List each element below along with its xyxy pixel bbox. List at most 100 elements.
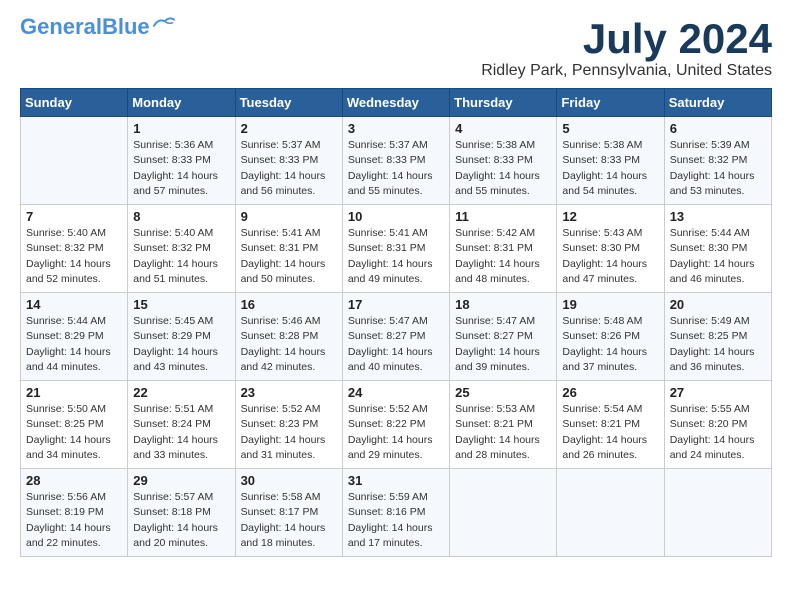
- calendar-cell: 21 Sunrise: 5:50 AM Sunset: 8:25 PM Dayli…: [21, 381, 128, 469]
- day-number: 16: [241, 297, 337, 312]
- day-number: 31: [348, 473, 444, 488]
- week-row-3: 14 Sunrise: 5:44 AM Sunset: 8:29 PM Dayli…: [21, 293, 772, 381]
- header-monday: Monday: [128, 89, 235, 117]
- calendar-cell: 9Sunrise: 5:41 AM Sunset: 8:31 PM Daylig…: [235, 205, 342, 293]
- week-row-4: 21 Sunrise: 5:50 AM Sunset: 8:25 PM Dayli…: [21, 381, 772, 469]
- day-number: 5: [562, 121, 658, 136]
- day-number: 22: [133, 385, 229, 400]
- calendar-cell: 10 Sunrise: 5:41 AM Sunset: 8:31 PM Dayli…: [342, 205, 449, 293]
- day-number: 14: [26, 297, 122, 312]
- day-number: 1: [133, 121, 229, 136]
- logo-bird-icon: [152, 15, 176, 29]
- logo-general: General: [20, 14, 102, 39]
- week-row-2: 7 Sunrise: 5:40 AM Sunset: 8:32 PM Daylig…: [21, 205, 772, 293]
- day-number: 3: [348, 121, 444, 136]
- day-number: 15: [133, 297, 229, 312]
- day-content: Sunrise: 5:43 AM Sunset: 8:30 PM Dayligh…: [562, 226, 658, 287]
- day-number: 19: [562, 297, 658, 312]
- calendar-cell: 25 Sunrise: 5:53 AM Sunset: 8:21 PM Dayli…: [450, 381, 557, 469]
- logo-blue: Blue: [102, 14, 150, 39]
- calendar-cell: 4 Sunrise: 5:38 AM Sunset: 8:33 PM Daylig…: [450, 117, 557, 205]
- day-number: 12: [562, 209, 658, 224]
- calendar-cell: 14 Sunrise: 5:44 AM Sunset: 8:29 PM Dayli…: [21, 293, 128, 381]
- calendar-cell: 18 Sunrise: 5:47 AM Sunset: 8:27 PM Dayli…: [450, 293, 557, 381]
- day-number: 10: [348, 209, 444, 224]
- calendar-cell: 17 Sunrise: 5:47 AM Sunset: 8:27 PM Dayli…: [342, 293, 449, 381]
- day-content: Sunrise: 5:51 AM Sunset: 8:24 PM Dayligh…: [133, 402, 229, 463]
- day-number: 23: [241, 385, 337, 400]
- calendar-cell: 19 Sunrise: 5:48 AM Sunset: 8:26 PM Dayli…: [557, 293, 664, 381]
- day-number: 25: [455, 385, 551, 400]
- day-number: 28: [26, 473, 122, 488]
- day-content: Sunrise: 5:57 AM Sunset: 8:18 PM Dayligh…: [133, 490, 229, 551]
- calendar-cell: 6Sunrise: 5:39 AM Sunset: 8:32 PM Daylig…: [664, 117, 771, 205]
- day-content: Sunrise: 5:44 AM Sunset: 8:30 PM Dayligh…: [670, 226, 766, 287]
- calendar-cell: 24Sunrise: 5:52 AM Sunset: 8:22 PM Dayli…: [342, 381, 449, 469]
- day-content: Sunrise: 5:55 AM Sunset: 8:20 PM Dayligh…: [670, 402, 766, 463]
- calendar-cell: 31 Sunrise: 5:59 AM Sunset: 8:16 PM Dayli…: [342, 469, 449, 557]
- day-content: Sunrise: 5:41 AM Sunset: 8:31 PM Dayligh…: [348, 226, 444, 287]
- day-content: Sunrise: 5:48 AM Sunset: 8:26 PM Dayligh…: [562, 314, 658, 375]
- day-number: 6: [670, 121, 766, 136]
- day-content: Sunrise: 5:38 AM Sunset: 8:33 PM Dayligh…: [562, 138, 658, 199]
- calendar-cell: 22 Sunrise: 5:51 AM Sunset: 8:24 PM Dayli…: [128, 381, 235, 469]
- calendar-cell: 30 Sunrise: 5:58 AM Sunset: 8:17 PM Dayli…: [235, 469, 342, 557]
- calendar-cell: 3 Sunrise: 5:37 AM Sunset: 8:33 PM Daylig…: [342, 117, 449, 205]
- day-number: 7: [26, 209, 122, 224]
- header-sunday: Sunday: [21, 89, 128, 117]
- calendar-body: 1 Sunrise: 5:36 AM Sunset: 8:33 PM Daylig…: [21, 117, 772, 557]
- day-number: 8: [133, 209, 229, 224]
- calendar-cell: 20 Sunrise: 5:49 AM Sunset: 8:25 PM Dayli…: [664, 293, 771, 381]
- day-number: 17: [348, 297, 444, 312]
- day-content: Sunrise: 5:56 AM Sunset: 8:19 PM Dayligh…: [26, 490, 122, 551]
- day-number: 20: [670, 297, 766, 312]
- day-number: 4: [455, 121, 551, 136]
- day-number: 26: [562, 385, 658, 400]
- header-wednesday: Wednesday: [342, 89, 449, 117]
- calendar-cell: 23 Sunrise: 5:52 AM Sunset: 8:23 PM Dayli…: [235, 381, 342, 469]
- day-number: 24: [348, 385, 444, 400]
- day-content: Sunrise: 5:44 AM Sunset: 8:29 PM Dayligh…: [26, 314, 122, 375]
- day-content: Sunrise: 5:47 AM Sunset: 8:27 PM Dayligh…: [348, 314, 444, 375]
- calendar-cell: 11Sunrise: 5:42 AM Sunset: 8:31 PM Dayli…: [450, 205, 557, 293]
- day-content: Sunrise: 5:58 AM Sunset: 8:17 PM Dayligh…: [241, 490, 337, 551]
- calendar-cell: 1 Sunrise: 5:36 AM Sunset: 8:33 PM Daylig…: [128, 117, 235, 205]
- day-content: Sunrise: 5:40 AM Sunset: 8:32 PM Dayligh…: [26, 226, 122, 287]
- calendar-cell: 27 Sunrise: 5:55 AM Sunset: 8:20 PM Dayli…: [664, 381, 771, 469]
- day-number: 29: [133, 473, 229, 488]
- day-content: Sunrise: 5:53 AM Sunset: 8:21 PM Dayligh…: [455, 402, 551, 463]
- week-row-5: 28 Sunrise: 5:56 AM Sunset: 8:19 PM Dayli…: [21, 469, 772, 557]
- day-content: Sunrise: 5:50 AM Sunset: 8:25 PM Dayligh…: [26, 402, 122, 463]
- calendar-header: SundayMondayTuesdayWednesdayThursdayFrid…: [21, 89, 772, 117]
- header-thursday: Thursday: [450, 89, 557, 117]
- calendar-cell: 7 Sunrise: 5:40 AM Sunset: 8:32 PM Daylig…: [21, 205, 128, 293]
- calendar-cell: [450, 469, 557, 557]
- day-content: Sunrise: 5:52 AM Sunset: 8:23 PM Dayligh…: [241, 402, 337, 463]
- day-content: Sunrise: 5:45 AM Sunset: 8:29 PM Dayligh…: [133, 314, 229, 375]
- day-number: 30: [241, 473, 337, 488]
- header-saturday: Saturday: [664, 89, 771, 117]
- header-friday: Friday: [557, 89, 664, 117]
- day-content: Sunrise: 5:40 AM Sunset: 8:32 PM Dayligh…: [133, 226, 229, 287]
- day-content: Sunrise: 5:38 AM Sunset: 8:33 PM Dayligh…: [455, 138, 551, 199]
- day-content: Sunrise: 5:37 AM Sunset: 8:33 PM Dayligh…: [241, 138, 337, 199]
- day-content: Sunrise: 5:46 AM Sunset: 8:28 PM Dayligh…: [241, 314, 337, 375]
- day-content: Sunrise: 5:47 AM Sunset: 8:27 PM Dayligh…: [455, 314, 551, 375]
- day-content: Sunrise: 5:37 AM Sunset: 8:33 PM Dayligh…: [348, 138, 444, 199]
- calendar-table: SundayMondayTuesdayWednesdayThursdayFrid…: [20, 88, 772, 557]
- day-content: Sunrise: 5:36 AM Sunset: 8:33 PM Dayligh…: [133, 138, 229, 199]
- day-number: 11: [455, 209, 551, 224]
- month-year-title: July 2024: [481, 16, 772, 62]
- calendar-cell: 2 Sunrise: 5:37 AM Sunset: 8:33 PM Daylig…: [235, 117, 342, 205]
- day-number: 2: [241, 121, 337, 136]
- title-block: July 2024 Ridley Park, Pennsylvania, Uni…: [481, 16, 772, 80]
- day-content: Sunrise: 5:59 AM Sunset: 8:16 PM Dayligh…: [348, 490, 444, 551]
- calendar-cell: 5 Sunrise: 5:38 AM Sunset: 8:33 PM Daylig…: [557, 117, 664, 205]
- logo-text: GeneralBlue: [20, 16, 150, 38]
- day-content: Sunrise: 5:49 AM Sunset: 8:25 PM Dayligh…: [670, 314, 766, 375]
- day-number: 21: [26, 385, 122, 400]
- calendar-cell: 15 Sunrise: 5:45 AM Sunset: 8:29 PM Dayli…: [128, 293, 235, 381]
- day-number: 18: [455, 297, 551, 312]
- location-subtitle: Ridley Park, Pennsylvania, United States: [481, 62, 772, 80]
- day-number: 27: [670, 385, 766, 400]
